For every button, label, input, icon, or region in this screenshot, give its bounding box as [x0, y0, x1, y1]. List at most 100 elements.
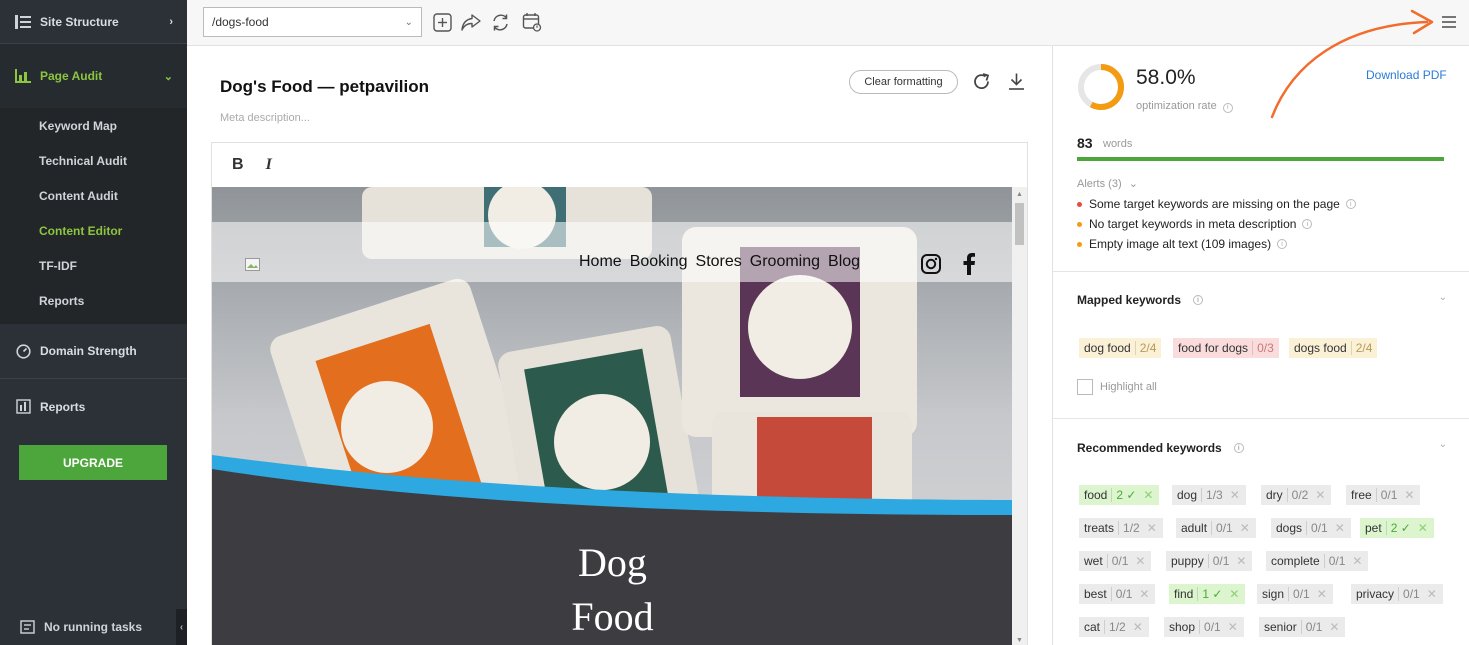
remove-keyword-icon[interactable]: ✕	[1228, 488, 1246, 502]
sidebar-item-technical-audit[interactable]: Technical Audit	[0, 143, 187, 178]
site-nav-booking[interactable]: Booking	[630, 253, 688, 271]
sidebar-item-reports[interactable]: Reports	[0, 379, 187, 434]
refresh-icon[interactable]	[972, 72, 992, 92]
keyword-chip[interactable]: sign 0/1 ✕	[1257, 584, 1333, 604]
scroll-thumb[interactable]	[1015, 203, 1024, 245]
keyword-count: 0/1	[1110, 587, 1138, 601]
remove-keyword-icon[interactable]: ✕	[1333, 521, 1351, 535]
page-preview[interactable]: Home Booking Stores Grooming Blog Dog Fo…	[212, 187, 1013, 645]
keyword-chip[interactable]: treats 1/2 ✕	[1079, 518, 1163, 538]
keyword-chip[interactable]: food for dogs 0/3	[1173, 338, 1279, 358]
highlight-all-label: Highlight all	[1100, 381, 1157, 393]
keyword-chip[interactable]: free 0/1 ✕	[1346, 485, 1421, 505]
sidebar-item-audit-reports[interactable]: Reports	[0, 283, 187, 318]
keyword-chip[interactable]: puppy 0/1 ✕	[1166, 551, 1253, 571]
keyword-chip[interactable]: dogs 0/1 ✕	[1271, 518, 1351, 538]
info-icon[interactable]: i	[1222, 102, 1233, 113]
bold-button[interactable]: B	[232, 156, 244, 174]
running-tasks-label: No running tasks	[44, 620, 143, 634]
mapped-keywords-header[interactable]: Mapped keywords i	[1077, 293, 1204, 307]
keyword-chip[interactable]: privacy 0/1 ✕	[1351, 584, 1443, 604]
remove-keyword-icon[interactable]: ✕	[1238, 521, 1256, 535]
remove-keyword-icon[interactable]: ✕	[1137, 587, 1155, 601]
keyword-chip[interactable]: dry 0/2 ✕	[1261, 485, 1332, 505]
sidebar-item-content-audit[interactable]: Content Audit	[0, 178, 187, 213]
running-tasks-status[interactable]: No running tasks ‹	[0, 609, 187, 645]
remove-keyword-icon[interactable]: ✕	[1226, 620, 1244, 634]
page-title[interactable]: Dog's Food — petpavilion	[220, 77, 429, 97]
keyword-chip[interactable]: cat 1/2 ✕	[1079, 617, 1149, 637]
chevron-down-icon[interactable]: ⌄	[1439, 439, 1447, 450]
site-nav-home[interactable]: Home	[579, 253, 622, 271]
remove-keyword-icon[interactable]: ✕	[1402, 488, 1420, 502]
keyword-name: dog	[1177, 488, 1198, 502]
scroll-up-icon[interactable]: ▲	[1016, 191, 1023, 198]
keyword-chip[interactable]: dogs food 2/4	[1289, 338, 1378, 358]
keyword-chip[interactable]: wet 0/1 ✕	[1079, 551, 1152, 571]
remove-keyword-icon[interactable]: ✕	[1315, 587, 1333, 601]
info-icon[interactable]: i	[1277, 239, 1288, 249]
sidebar-item-domain-strength[interactable]: Domain Strength	[0, 324, 187, 379]
remove-keyword-icon[interactable]: ✕	[1227, 587, 1245, 601]
info-icon[interactable]: i	[1193, 295, 1204, 305]
highlight-all-checkbox[interactable]	[1077, 379, 1093, 395]
tasks-icon	[18, 619, 36, 635]
sidebar-item-page-audit[interactable]: Page Audit ⌄	[0, 44, 187, 108]
hero-heading-line2: Food	[571, 594, 654, 639]
keyword-chip[interactable]: senior 0/1 ✕	[1259, 617, 1346, 637]
site-nav-stores[interactable]: Stores	[696, 253, 742, 271]
sidebar-item-tf-idf[interactable]: TF-IDF	[0, 248, 187, 283]
recommended-keywords-header[interactable]: Recommended keywords i	[1077, 441, 1244, 455]
sidebar-item-label: Reports	[40, 399, 86, 414]
chevron-down-icon[interactable]: ⌄	[1439, 292, 1447, 303]
remove-keyword-icon[interactable]: ✕	[1425, 587, 1443, 601]
upgrade-button[interactable]: UPGRADE	[19, 445, 167, 480]
share-icon[interactable]	[460, 11, 482, 33]
keyword-chip[interactable]: food 2 ✓ ✕	[1079, 485, 1160, 505]
collapse-sidebar-icon[interactable]: ‹	[176, 609, 187, 645]
keyword-count: 0/1	[1211, 521, 1238, 535]
info-icon[interactable]: i	[1233, 443, 1244, 453]
remove-keyword-icon[interactable]: ✕	[1327, 620, 1345, 634]
info-icon[interactable]: i	[1302, 219, 1313, 229]
keyword-chip[interactable]: shop 0/1 ✕	[1164, 617, 1244, 637]
remove-keyword-icon[interactable]: ✕	[1313, 488, 1331, 502]
remove-keyword-icon[interactable]: ✕	[1234, 554, 1252, 568]
keyword-chip[interactable]: pet 2 ✓ ✕	[1360, 518, 1434, 538]
instagram-icon[interactable]	[920, 253, 942, 275]
chevron-right-icon: ›	[169, 15, 173, 28]
clear-formatting-button[interactable]: Clear formatting	[849, 70, 958, 94]
sync-icon[interactable]	[489, 11, 511, 33]
sidebar-item-site-structure[interactable]: Site Structure ›	[0, 0, 187, 44]
facebook-icon[interactable]	[962, 253, 976, 275]
italic-button[interactable]: I	[266, 156, 272, 174]
keyword-chip[interactable]: find 1 ✓ ✕	[1169, 584, 1246, 604]
info-icon[interactable]: i	[1345, 199, 1356, 209]
remove-keyword-icon[interactable]: ✕	[1145, 521, 1163, 535]
keyword-chip[interactable]: adult 0/1 ✕	[1176, 518, 1256, 538]
editor-scrollbar[interactable]: ▲ ▼	[1012, 187, 1027, 645]
schedule-icon[interactable]	[521, 11, 543, 33]
keyword-chip[interactable]: dog food 2/4	[1079, 338, 1162, 358]
content-editor: Dog's Food — petpavilion Meta descriptio…	[187, 46, 1052, 645]
alert-text: Empty image alt text (109 images)	[1089, 237, 1272, 251]
keyword-name: shop	[1169, 620, 1196, 634]
sidebar-item-content-editor[interactable]: Content Editor	[0, 213, 187, 248]
remove-keyword-icon[interactable]: ✕	[1133, 554, 1151, 568]
site-nav-grooming[interactable]: Grooming	[750, 253, 820, 271]
remove-keyword-icon[interactable]: ✕	[1141, 488, 1159, 502]
remove-keyword-icon[interactable]: ✕	[1131, 620, 1149, 634]
keyword-chip[interactable]: complete 0/1 ✕	[1266, 551, 1369, 571]
keyword-chip[interactable]: dog 1/3 ✕	[1172, 485, 1246, 505]
remove-keyword-icon[interactable]: ✕	[1416, 521, 1434, 535]
download-icon[interactable]	[1007, 72, 1027, 92]
url-select[interactable]: /dogs-food ⌄	[203, 7, 422, 37]
remove-keyword-icon[interactable]: ✕	[1350, 554, 1368, 568]
add-page-icon[interactable]	[431, 11, 453, 33]
site-nav-blog[interactable]: Blog	[828, 253, 860, 271]
sidebar-item-keyword-map[interactable]: Keyword Map	[0, 108, 187, 143]
keyword-chip[interactable]: best 0/1 ✕	[1079, 584, 1156, 604]
scroll-down-icon[interactable]: ▼	[1016, 637, 1023, 644]
meta-description-input[interactable]: Meta description...	[220, 112, 310, 124]
alerts-toggle[interactable]: Alerts (3) ⌄	[1077, 177, 1138, 190]
